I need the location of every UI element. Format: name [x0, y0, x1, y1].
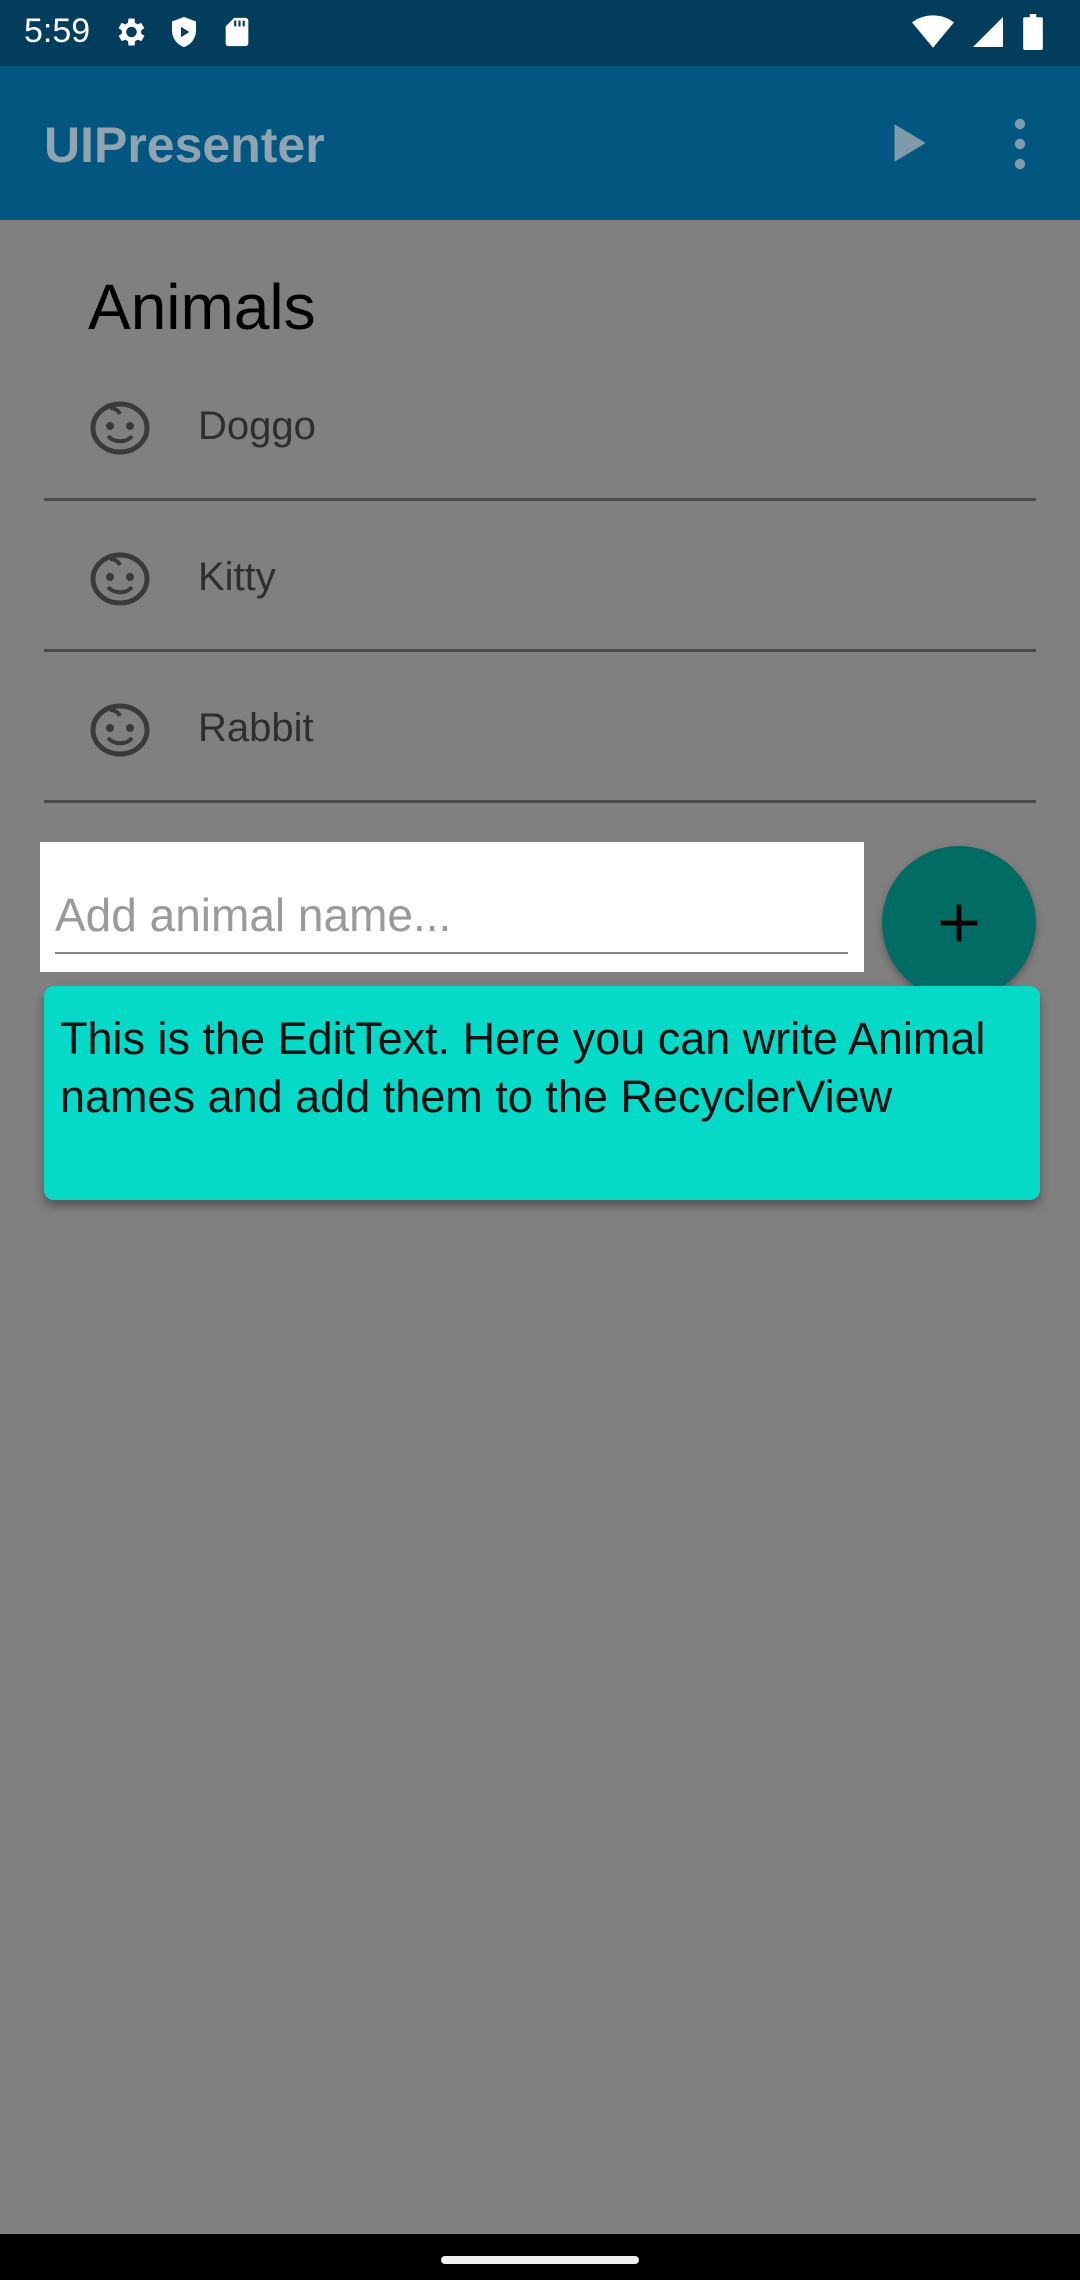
gesture-handle[interactable]: [441, 2256, 639, 2264]
status-icons-right: [912, 14, 1044, 50]
face-icon: [90, 552, 150, 606]
status-bar: 5:59: [0, 0, 1080, 66]
status-icons-left: [112, 14, 254, 50]
tutorial-tooltip[interactable]: This is the EditText. Here you can write…: [44, 986, 1040, 1200]
play-icon: [894, 124, 926, 162]
tooltip-text: This is the EditText. Here you can write…: [60, 1013, 986, 1122]
sd-card-icon: [225, 17, 249, 47]
plus-icon: [940, 904, 978, 942]
app-bar: UIPresenter: [0, 66, 1080, 220]
more-options-button[interactable]: [1000, 116, 1040, 172]
list-item[interactable]: Doggo: [44, 350, 1036, 501]
app-title: UIPresenter: [44, 117, 325, 173]
play-button[interactable]: [882, 118, 932, 168]
navigation-bar: [0, 2234, 1080, 2280]
shield-icon: [172, 17, 196, 47]
animal-name: Kitty: [198, 555, 276, 599]
animal-name: Rabbit: [198, 706, 314, 750]
face-icon: [90, 401, 150, 455]
list-item[interactable]: Rabbit: [44, 652, 1036, 803]
section-title: Animals: [88, 271, 316, 343]
status-time: 5:59: [24, 12, 91, 50]
battery-icon: [1023, 14, 1043, 50]
gear-icon: [118, 18, 145, 46]
signal-icon: [973, 17, 1003, 47]
animal-name-input[interactable]: [55, 878, 848, 954]
animal-list: Doggo Kitty Rabbit: [44, 350, 1036, 803]
list-item[interactable]: Kitty: [44, 501, 1036, 652]
animal-name: Doggo: [198, 404, 316, 448]
add-animal-button[interactable]: [882, 846, 1036, 1000]
wifi-icon: [912, 15, 954, 48]
animal-name-edittext-container: [40, 842, 864, 972]
face-icon: [90, 703, 150, 757]
more-vert-icon: [1014, 118, 1026, 170]
